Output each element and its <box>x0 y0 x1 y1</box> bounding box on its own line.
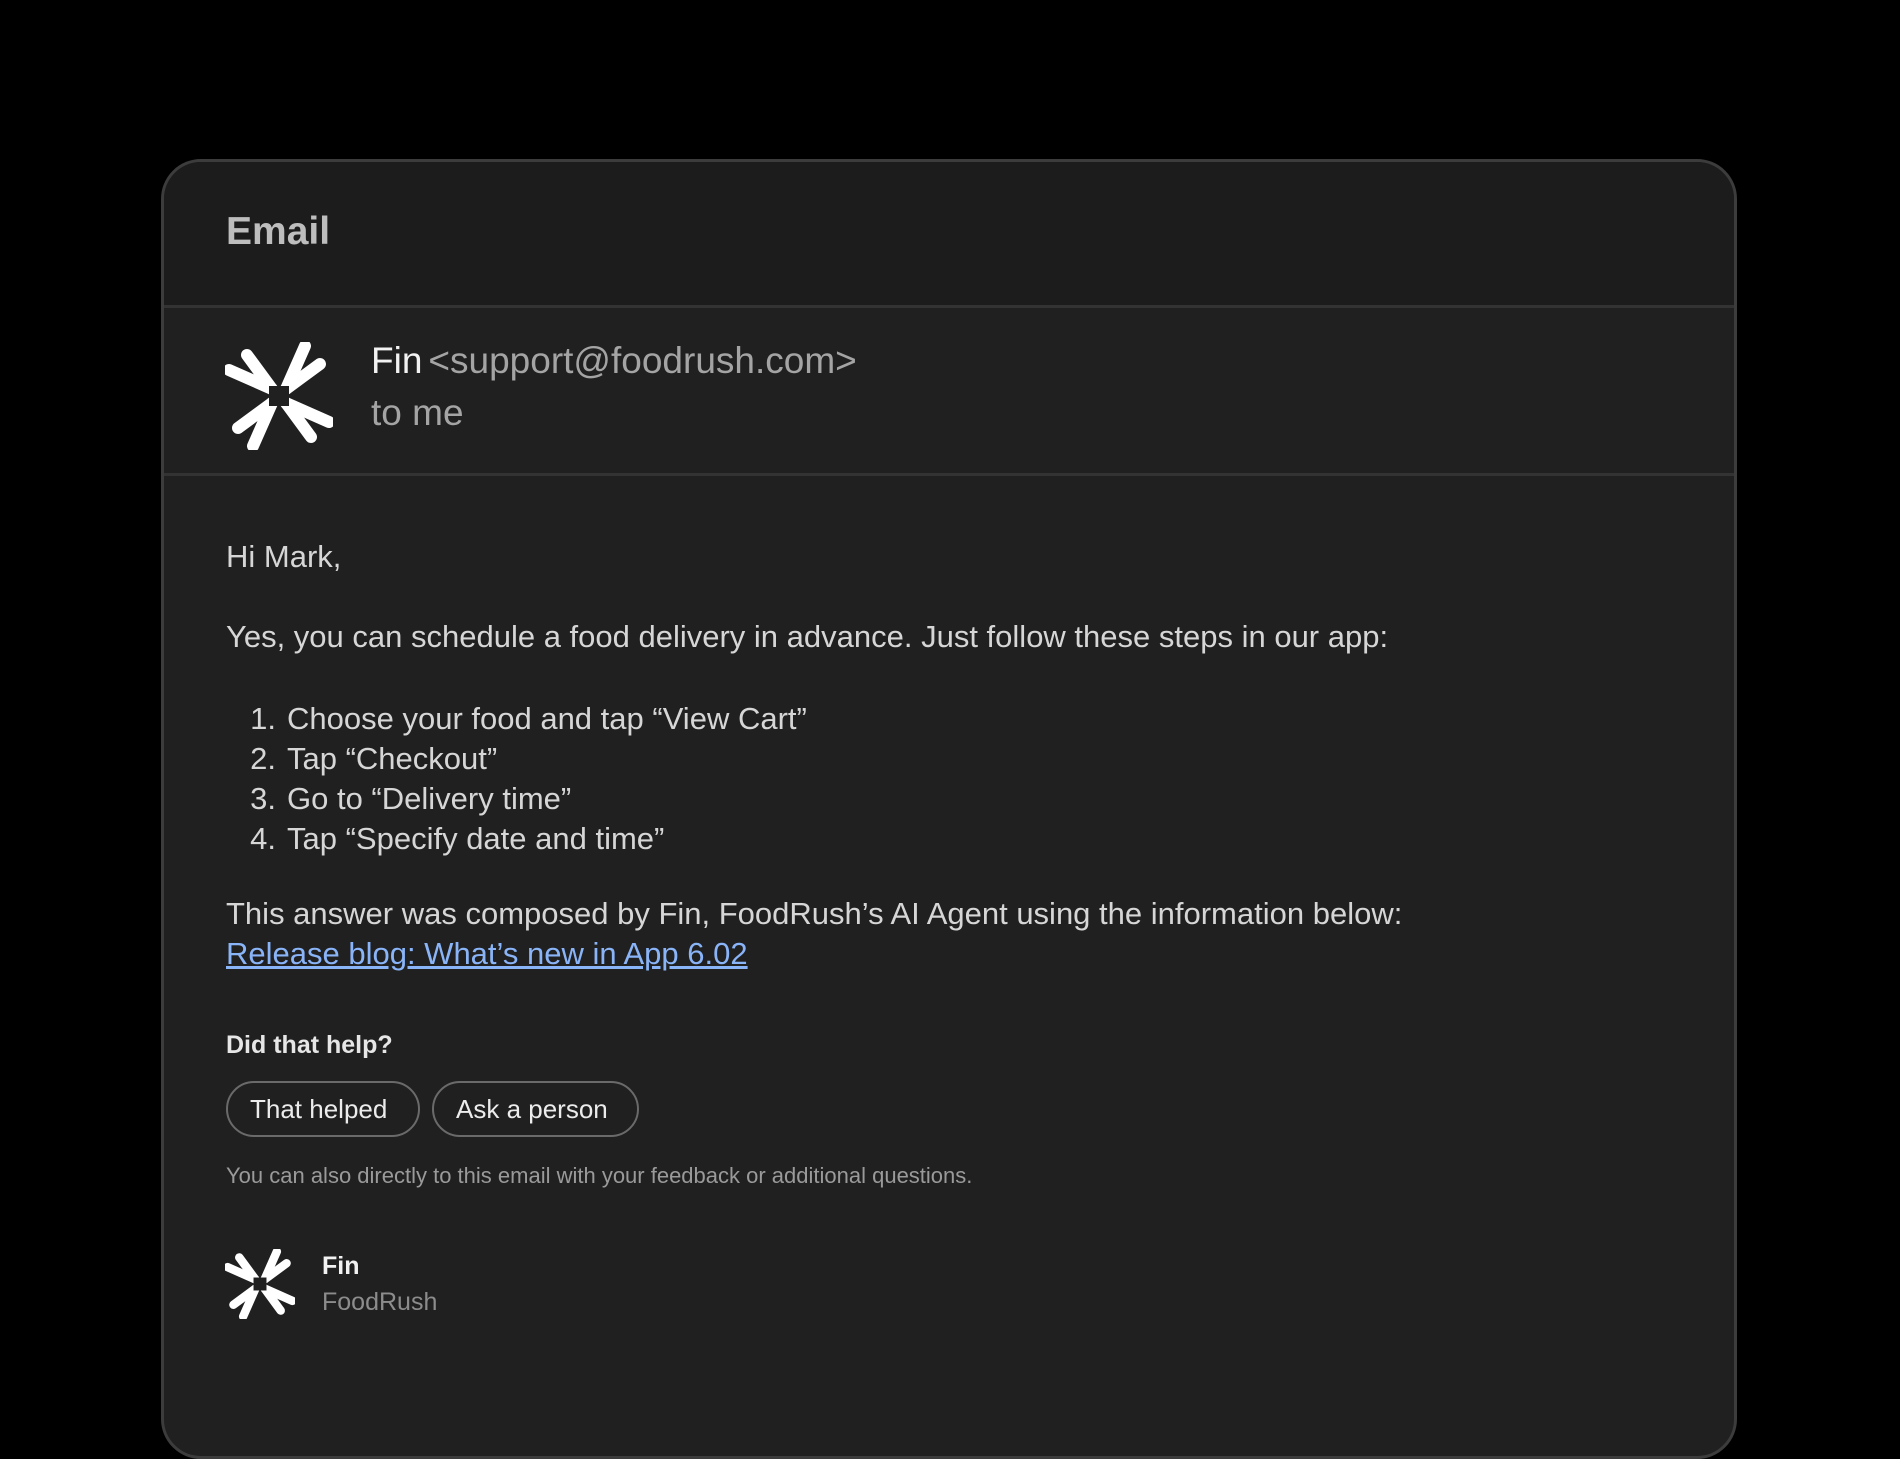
sender-name: Fin <box>371 340 423 381</box>
panel-title: Email <box>226 210 331 253</box>
sender-email[interactable]: <support@foodrush.com> <box>428 340 856 381</box>
list-item: 2. Tap “Checkout” <box>226 739 807 779</box>
list-item: 1. Choose your food and tap “View Cart” <box>226 699 807 739</box>
fin-logo-icon <box>225 342 333 450</box>
signature-name: Fin <box>322 1252 360 1280</box>
step-number: 1. <box>250 701 276 736</box>
panel-header: Email <box>164 162 1734 308</box>
recipient-line[interactable]: to me <box>371 392 464 434</box>
list-item: 4. Tap “Specify date and time” <box>226 819 807 859</box>
source-note: This answer was composed by Fin, FoodRus… <box>226 896 1403 931</box>
step-text: Go to “Delivery time” <box>287 781 572 816</box>
that-helped-button[interactable]: That helped <box>226 1081 420 1137</box>
step-number: 4. <box>250 821 276 856</box>
steps-list: 1. Choose your food and tap “View Cart” 2… <box>226 699 807 859</box>
fin-logo-icon <box>225 1249 295 1319</box>
step-number: 2. <box>250 741 276 776</box>
list-item: 3. Go to “Delivery time” <box>226 779 807 819</box>
sender-header: Fin <support@foodrush.com> to me <box>164 308 1734 476</box>
greeting: Hi Mark, <box>226 539 342 574</box>
email-panel: Email Fin <support@foodrush.com> to me H… <box>161 159 1737 1459</box>
sender-line: Fin <support@foodrush.com> <box>371 340 857 382</box>
step-number: 3. <box>250 781 276 816</box>
signature-company: FoodRush <box>322 1288 438 1316</box>
step-text: Choose your food and tap “View Cart” <box>287 701 807 736</box>
feedback-question: Did that help? <box>226 1031 393 1059</box>
step-text: Tap “Checkout” <box>287 741 498 776</box>
intro-text: Yes, you can schedule a food delivery in… <box>226 619 1389 654</box>
ask-a-person-button[interactable]: Ask a person <box>432 1081 639 1137</box>
feedback-footnote: You can also directly to this email with… <box>226 1163 973 1188</box>
step-text: Tap “Specify date and time” <box>287 821 665 856</box>
release-blog-link[interactable]: Release blog: What’s new in App 6.02 <box>226 934 748 974</box>
